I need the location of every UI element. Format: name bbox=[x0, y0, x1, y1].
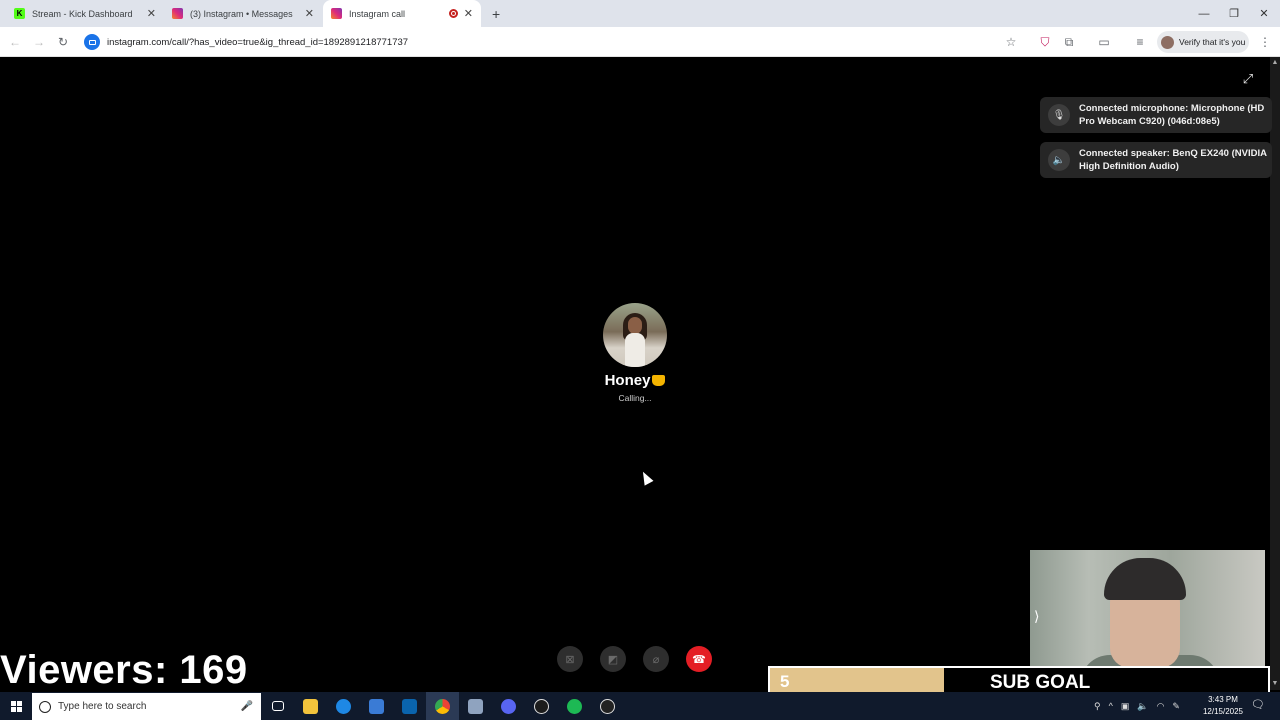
speaker-notice-text: Connected speaker: BenQ EX240 (NVIDIA Hi… bbox=[1079, 148, 1267, 172]
microphone-notice: 🎙 Connected microphone: Microphone (HD P… bbox=[1040, 97, 1272, 133]
clock-date: 12/15/2025 bbox=[1202, 707, 1244, 716]
mail-icon[interactable] bbox=[393, 692, 426, 720]
security-icon[interactable]: ▣ bbox=[1121, 701, 1130, 712]
tab-title: Instagram call bbox=[349, 8, 406, 19]
callee-avatar bbox=[603, 303, 667, 367]
taskbar-search-input[interactable]: Type here to search 🎤 bbox=[32, 693, 261, 720]
call-status: Calling... bbox=[618, 393, 652, 403]
people-icon[interactable]: ⚲ bbox=[1094, 701, 1101, 712]
extension-shield-icon[interactable]: ⛉ bbox=[1034, 27, 1056, 57]
clock-time: 3:43 PM bbox=[1208, 695, 1238, 704]
close-icon[interactable]: ✕ bbox=[305, 7, 314, 20]
honey-pot-icon bbox=[652, 375, 666, 386]
spotify-icon[interactable] bbox=[558, 692, 591, 720]
sub-goal-label: SUB GOAL bbox=[990, 672, 1091, 693]
tab-title: (3) Instagram • Messages bbox=[190, 8, 293, 19]
cast-icon[interactable]: ▭ bbox=[1093, 27, 1115, 57]
search-placeholder: Type here to search bbox=[58, 701, 147, 712]
wifi-icon[interactable]: ◠ bbox=[1157, 701, 1165, 712]
profile-avatar bbox=[1161, 35, 1174, 49]
sub-goal-count: 5 bbox=[780, 672, 790, 691]
mic-off-icon: ⌀ bbox=[652, 653, 660, 666]
volume-icon[interactable]: 🔈 bbox=[1137, 701, 1148, 712]
system-clock[interactable]: 3:43 PM 12/15/2025 bbox=[1198, 694, 1248, 718]
start-button[interactable] bbox=[0, 692, 32, 720]
webcam-overlay: ⟩ bbox=[1030, 550, 1265, 685]
close-window-icon[interactable]: ✕ bbox=[1248, 0, 1280, 27]
recording-icon bbox=[448, 9, 458, 18]
callee-name: Honey bbox=[560, 372, 710, 389]
tab-instagram-call[interactable]: Instagram call ✕ bbox=[323, 0, 481, 27]
app2-icon[interactable] bbox=[525, 692, 558, 720]
speaker-notice: 🔈 Connected speaker: BenQ EX240 (NVIDIA … bbox=[1040, 142, 1272, 178]
instagram-icon bbox=[331, 8, 342, 19]
tab-kick-dashboard[interactable]: K Stream - Kick Dashboard ✕ bbox=[6, 0, 164, 27]
speaker-icon: 🔈 bbox=[1048, 149, 1070, 171]
back-icon[interactable]: ← bbox=[4, 27, 26, 57]
new-tab-button[interactable]: + bbox=[484, 0, 504, 27]
pen-icon[interactable]: ✎ bbox=[1172, 701, 1180, 712]
video-call-icon bbox=[84, 34, 100, 50]
chevron-right-icon: ⟩ bbox=[1034, 608, 1040, 624]
minimize-icon[interactable]: — bbox=[1188, 0, 1220, 27]
chevron-up-icon[interactable]: ^ bbox=[1109, 701, 1113, 711]
callee-name-text: Honey bbox=[604, 372, 651, 389]
camera-off-icon: ◩ bbox=[607, 653, 619, 666]
app3-icon[interactable] bbox=[591, 692, 624, 720]
verify-label: Verify that it's you bbox=[1179, 37, 1246, 47]
tab-instagram-messages[interactable]: (3) Instagram • Messages ✕ bbox=[164, 0, 322, 27]
reload-icon[interactable]: ↻ bbox=[52, 27, 74, 57]
mic-off-button[interactable]: ⌀ bbox=[643, 646, 669, 672]
url-text: instagram.com/call/?has_video=true&ig_th… bbox=[107, 36, 409, 48]
bookmark-star-icon[interactable]: ☆ bbox=[1000, 27, 1022, 57]
camera-off-button[interactable]: ◩ bbox=[600, 646, 626, 672]
system-tray: ⚲ ^ ▣ 🔈 ◠ ✎ bbox=[1090, 692, 1184, 720]
search-icon bbox=[39, 700, 51, 713]
close-icon[interactable]: ✕ bbox=[147, 7, 156, 20]
end-call-button[interactable]: ☎ bbox=[686, 646, 712, 672]
microphone-icon[interactable]: 🎤 bbox=[241, 701, 253, 712]
chrome-icon[interactable] bbox=[426, 692, 459, 720]
restore-icon[interactable]: ❐ bbox=[1218, 0, 1250, 27]
end-call-icon: ☎ bbox=[692, 653, 706, 666]
effects-button[interactable]: ⊠ bbox=[557, 646, 583, 672]
viewer-count: Viewers: 169 bbox=[0, 648, 248, 692]
tab-strip: K Stream - Kick Dashboard ✕ (3) Instagra… bbox=[0, 0, 1280, 27]
app-icon[interactable] bbox=[459, 692, 492, 720]
file-explorer-icon[interactable] bbox=[294, 692, 327, 720]
discord-icon[interactable] bbox=[492, 692, 525, 720]
effects-icon: ⊠ bbox=[565, 653, 575, 666]
tab-title: Stream - Kick Dashboard bbox=[32, 8, 133, 19]
verify-identity-button[interactable]: Verify that it's you bbox=[1157, 31, 1249, 53]
kick-icon: K bbox=[14, 8, 25, 19]
fullscreen-icon[interactable]: ⤢ bbox=[1240, 71, 1256, 87]
scroll-up-icon[interactable]: ▲ bbox=[1271, 59, 1279, 67]
address-bar[interactable]: instagram.com/call/?has_video=true&ig_th… bbox=[80, 31, 1030, 53]
close-icon[interactable]: ✕ bbox=[464, 7, 473, 20]
tab-search-icon[interactable]: ≡ bbox=[1129, 27, 1151, 57]
task-view-icon[interactable] bbox=[261, 692, 294, 720]
edge-icon[interactable] bbox=[327, 692, 360, 720]
windows-logo-icon bbox=[10, 700, 22, 712]
store-icon[interactable] bbox=[360, 692, 393, 720]
windows-taskbar: Type here to search 🎤 ⚲ ^ ▣ 🔈 ◠ ✎ 3:43 P… bbox=[0, 692, 1280, 720]
forward-icon[interactable]: → bbox=[28, 27, 50, 57]
microphone-icon: 🎙 bbox=[1048, 104, 1070, 126]
notification-icon[interactable]: 🗨 bbox=[1250, 698, 1266, 714]
scroll-down-icon[interactable]: ▼ bbox=[1271, 680, 1279, 688]
extensions-puzzle-icon[interactable]: ⧉ bbox=[1058, 27, 1080, 57]
instagram-icon bbox=[172, 8, 183, 19]
microphone-notice-text: Connected microphone: Microphone (HD Pro… bbox=[1079, 103, 1265, 127]
browser-toolbar: ← → ↻ instagram.com/call/?has_video=true… bbox=[0, 27, 1280, 57]
menu-kebab-icon[interactable]: ⋮ bbox=[1254, 27, 1276, 57]
